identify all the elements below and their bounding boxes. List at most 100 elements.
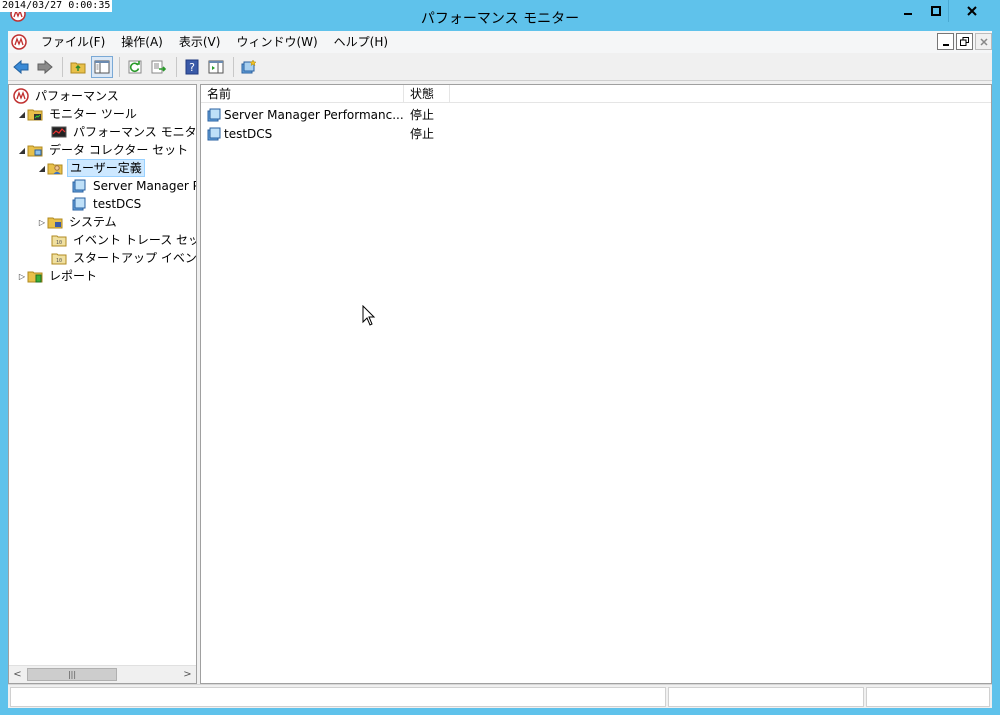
perfmon-menu-icon[interactable] (11, 34, 27, 50)
list-item-status: 停止 (410, 108, 435, 122)
timestamp-overlay: 2014/03/27 0:00:35 (0, 0, 113, 12)
tree-item-data-collector-sets[interactable]: ◢ データ コレクター セット (17, 141, 190, 159)
folder-system-icon (47, 217, 63, 229)
arrow-right-icon (37, 59, 53, 74)
data-collector-set-icon (72, 197, 86, 211)
mdi-minimize-button[interactable] (937, 33, 954, 50)
tree-item-user-defined[interactable]: ◢ ユーザー定義 (37, 159, 145, 177)
list-row[interactable]: testDCS 停止 (201, 124, 434, 143)
results-pane[interactable]: 名前 状態 Server Manager Performanc... 停止 te… (200, 84, 992, 684)
menu-file[interactable]: ファイル(F) (33, 31, 113, 53)
tree-label: パフォーマンス (35, 89, 119, 103)
toolbar-separator (233, 56, 234, 77)
scroll-left-icon[interactable]: < (9, 666, 26, 683)
list-item-name: Server Manager Performanc... (224, 107, 404, 122)
svg-text:?: ? (189, 61, 195, 74)
folder-trace-icon: 10 (51, 253, 67, 265)
close-button[interactable] (948, 0, 994, 22)
up-folder-button[interactable] (67, 56, 89, 78)
refresh-button[interactable] (124, 56, 146, 78)
back-button[interactable] (10, 56, 32, 78)
scroll-thumb[interactable]: ||| (27, 668, 117, 681)
tree-item-reports[interactable]: ▷ レポート (17, 267, 99, 285)
status-cell-main (10, 687, 666, 707)
tree-item-system[interactable]: ▷ システム (37, 213, 119, 231)
list-header: 名前 状態 (201, 85, 991, 103)
list-row[interactable]: Server Manager Performanc... 停止 (201, 105, 434, 124)
minimize-icon (903, 13, 912, 15)
menu-help[interactable]: ヘルプ(H) (326, 31, 396, 53)
folder-tools-icon (27, 109, 43, 121)
new-data-collector-button[interactable] (238, 56, 260, 78)
toolbar-separator (176, 56, 177, 77)
help-button[interactable]: ? (181, 56, 203, 78)
collapse-triangle-icon[interactable]: ◢ (37, 164, 47, 173)
minimize-button[interactable] (894, 0, 921, 22)
tree-label: レポート (49, 269, 98, 283)
mdi-close-button[interactable] (975, 33, 992, 50)
close-icon (966, 6, 977, 16)
app-window: パフォーマンス モニター 2014/03/27 0:00:35 ファイル(F) … (0, 0, 1000, 715)
tree-label: Server Manager P (93, 179, 197, 193)
status-bar (8, 684, 992, 708)
export-list-icon (151, 60, 167, 73)
tree-item-monitoring-tools[interactable]: ◢ モニター ツール (17, 105, 139, 123)
tree-item-event-trace-sessions[interactable]: 10 イベント トレース セッション (51, 231, 196, 249)
monitor-chart-icon (51, 126, 67, 138)
show-hide-tree-button[interactable] (91, 55, 113, 78)
maximize-icon (930, 6, 941, 16)
data-collector-set-icon (207, 108, 221, 121)
mdi-restore-button[interactable] (956, 33, 973, 50)
menu-action[interactable]: 操作(A) (113, 31, 171, 53)
tree-item-performance-monitor[interactable]: パフォーマンス モニター (51, 123, 196, 141)
arrow-left-icon (13, 59, 29, 74)
list-item-status: 停止 (410, 127, 435, 141)
title-bar[interactable]: パフォーマンス モニター (0, 0, 1000, 31)
forward-button[interactable] (34, 56, 56, 78)
tree-label: スタートアップ イベント トレ (73, 251, 197, 265)
menu-view[interactable]: 表示(V) (171, 31, 229, 53)
list-cell-name: Server Manager Performanc... (201, 107, 404, 123)
status-cell-secondary (668, 687, 864, 707)
data-collector-new-icon (241, 58, 257, 73)
column-header-name[interactable]: 名前 (201, 85, 404, 103)
tree-label: モニター ツール (49, 107, 137, 121)
tree-item-server-manager[interactable]: Server Manager P (71, 177, 197, 195)
tree-label: ユーザー定義 (67, 159, 145, 177)
scroll-right-icon[interactable]: > (179, 666, 196, 683)
client-area: ファイル(F) 操作(A) 表示(V) ウィンドウ(W) ヘルプ(H) ? パフ… (8, 31, 992, 708)
tree-horizontal-scrollbar[interactable]: < ||| > (9, 665, 196, 683)
status-cell-tertiary (866, 687, 990, 707)
data-collector-set-icon (72, 179, 86, 193)
collapse-triangle-icon[interactable]: ◢ (17, 146, 27, 155)
refresh-icon (128, 60, 142, 73)
tree-label: システム (69, 215, 117, 229)
help-icon: ? (185, 59, 199, 74)
svg-text:10: 10 (56, 258, 62, 264)
show-action-pane-button[interactable] (205, 56, 227, 78)
folder-up-icon (70, 62, 86, 73)
tree-item-testdcs[interactable]: testDCS (71, 195, 143, 213)
minimize-icon (942, 43, 949, 46)
folder-report-icon (27, 271, 43, 283)
menu-window[interactable]: ウィンドウ(W) (228, 31, 325, 53)
expand-triangle-icon[interactable]: ▷ (17, 272, 27, 281)
tree-item-performance[interactable]: パフォーマンス (13, 87, 121, 105)
tree-label: データ コレクター セット (49, 143, 189, 157)
maximize-button[interactable] (922, 0, 949, 22)
folder-trace-icon: 10 (51, 235, 67, 247)
data-collector-set-icon (207, 127, 221, 140)
menu-bar: ファイル(F) 操作(A) 表示(V) ウィンドウ(W) ヘルプ(H) (8, 31, 992, 53)
restore-icon (960, 37, 969, 46)
folder-user-icon (47, 163, 63, 175)
console-tree-icon (94, 60, 110, 73)
svg-text:10: 10 (56, 240, 62, 246)
console-tree-pane[interactable]: パフォーマンス ◢ モニター ツール パフォーマンス モニター ◢ データ コレ… (8, 84, 197, 684)
export-list-button[interactable] (148, 56, 170, 78)
tree-item-startup-event-trace[interactable]: 10 スタートアップ イベント トレ (51, 249, 197, 267)
expand-triangle-icon[interactable]: ▷ (37, 218, 47, 227)
column-header-status[interactable]: 状態 (404, 85, 450, 103)
collapse-triangle-icon[interactable]: ◢ (17, 110, 27, 119)
window-title: パフォーマンス モニター (420, 11, 580, 27)
action-pane-icon (208, 60, 224, 73)
